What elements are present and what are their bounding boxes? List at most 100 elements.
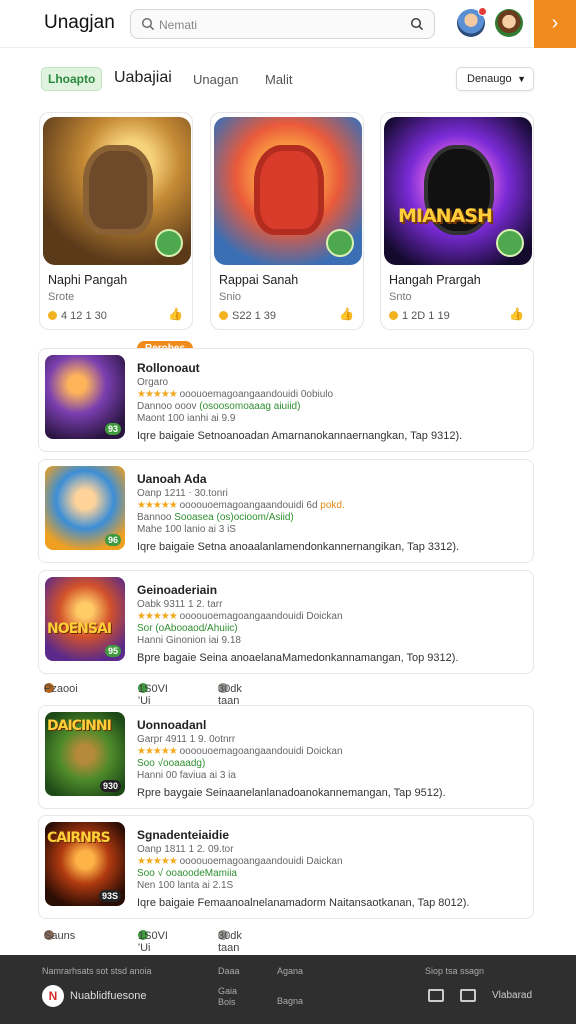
card-meta: 1 2D 1 19 [389,310,450,322]
footer: Namrarhsats sot stsd anoia Daaa Agana Ga… [0,955,576,1024]
star-rating: ★★★★★ [137,856,178,867]
item-rating-line: ★★★★★ ooouoemagoangaandouidi 0obiulo [137,389,334,400]
score-badge: 93 [104,423,121,435]
next-arrow-button[interactable]: › [534,0,576,48]
avatar[interactable] [495,9,523,37]
like-icon[interactable]: 👍 [339,307,354,321]
list-item[interactable]: DAICINNI 930 Uonnoadanl Garpr 4911 1 9. 0… [38,705,534,809]
like-icon[interactable]: 👍 [168,307,183,321]
score-badge: 93S [98,890,121,902]
stats-row: Sauns 1S0VI 'Ui 30dk taan [44,930,242,954]
item-size: Nen 100 lanta ai 2.1S [137,880,234,891]
window-icon[interactable] [460,989,476,1002]
sort-dropdown[interactable]: Denaugo ▼ [456,67,534,91]
score-badge: 930 [99,780,121,792]
item-detail: Dannoo ooov (osoosomoaaag aiuiid) [137,401,301,412]
tab-item[interactable]: Unagan [193,72,239,87]
item-title: Uonnoadanl [137,718,207,732]
item-description: Iqre baigaie Setnoanoadan Amarnanokannae… [137,430,463,442]
dropdown-value: Denaugo [467,73,512,85]
chevron-down-icon: ▼ [517,74,526,84]
item-rating-line: ★★★★★ oooouoemagoangaandouidi Daickan [137,856,343,867]
footer-logo[interactable]: N [42,985,64,1007]
rating-badge [326,229,354,257]
search-input[interactable]: Nemati [159,18,197,32]
game-cover-image [214,117,362,265]
game-thumbnail: NOENSAI 95 [45,577,125,661]
item-size: Hanni 00 faviua ai 3 ia [137,770,236,781]
footer-text: Namrarhsats sot stsd anoia [42,966,152,976]
item-rating-line: ★★★★★ oooouoemagoangaandouidi Doickan [137,611,343,622]
tab-item[interactable]: Uabajiai [114,69,172,87]
avatar[interactable] [457,7,487,37]
card-title: Hangah Prargah [389,273,481,287]
featured-card[interactable]: Rappai Sanah Snio S22 1 39 👍 [210,112,364,330]
list-item[interactable]: 96 Uanoah Ada Oanp 1211 ⋅ 30.tonri ★★★★★… [38,459,534,563]
item-title: Sgnadenteiaidie [137,828,230,842]
footer-text: Siop tsa ssagn [425,966,485,976]
item-detail: Soo √ooaaadg) [137,758,206,769]
item-size: Mahe 100 lanio ai 3 iS [137,524,236,535]
cover-title-art: MIANASH [398,205,493,227]
item-title: Geinoaderiain [137,583,218,597]
star-rating: ★★★★★ [137,389,178,400]
app-logo[interactable]: Unagjan [44,12,115,34]
item-detail: Bannoo Sooasea (os)ocioom/Asiid) [137,512,294,523]
list-item[interactable]: 93 Rollonoaut Orgaro ★★★★★ ooouoemagoang… [38,348,534,452]
star-rating: ★★★★★ [137,611,178,622]
footer-link[interactable]: Bois [218,997,236,1007]
tab-active[interactable]: Lhoapto [41,67,103,91]
item-size: Hanni Ginonion iai 9.18 [137,635,241,646]
card-subtitle: Srote [48,291,75,303]
top-header: Unagjan Nemati › [0,0,576,48]
game-thumbnail: CAIRNRS 93S [45,822,125,906]
card-title: Rappai Sanah [219,273,299,287]
game-thumbnail: DAICINNI 930 [45,712,125,796]
footer-link[interactable]: Gaia [218,986,237,996]
coin-icon [389,311,398,320]
notification-dot [478,7,487,16]
item-meta: Oabk 9311 1 2. tarr [137,599,223,610]
item-rating-line: ★★★★★ oooouoemagoangaandouidi Doickan [137,746,343,757]
cover-title-art: CAIRNRS [47,830,111,846]
item-rating-line: ★★★★★ oooouoemagoangaandouidi 6d pokd. [137,500,345,511]
like-icon[interactable]: 👍 [509,307,524,321]
search-bar[interactable]: Nemati [130,9,435,39]
item-detail: Soo √ ooaoodeMamiia [137,868,237,879]
item-description: Iqre baigaie Femaanoalnelanamadorm Naita… [137,897,470,909]
stats-row: Pzaooi 1S0VI 'Ui 30dk taan [44,683,242,707]
coin-icon [219,311,228,320]
item-detail: Sor (oAbooaod/Ahuiic) [137,623,238,634]
cover-title-art: DAICINNI [47,718,112,734]
footer-link[interactable]: Bagna [277,996,303,1006]
rating-badge [496,229,524,257]
game-cover-image: MIANASH [384,117,532,265]
list-item[interactable]: NOENSAI 95 Geinoaderiain Oabk 9311 1 2. t… [38,570,534,674]
screen-icon[interactable] [428,989,444,1002]
card-meta: S22 1 39 [219,310,276,322]
featured-card[interactable]: Naphi Pangah Srote 4 12 1 30 👍 [39,112,193,330]
game-cover-image [43,117,191,265]
tab-item[interactable]: Malit [265,72,292,87]
featured-card[interactable]: MIANASH Hangah Prargah Snto 1 2D 1 19 👍 [380,112,534,330]
item-meta: Oanp 1211 ⋅ 30.tonri [137,488,228,499]
card-subtitle: Snio [219,291,242,303]
cover-title-art: NOENSAI [47,621,112,637]
game-thumbnail: 93 [45,355,125,439]
footer-link[interactable]: Agana [277,966,303,976]
footer-label[interactable]: Vlabarad [492,990,532,1001]
game-thumbnail: 96 [45,466,125,550]
list-item[interactable]: CAIRNRS 93S Sgnadenteiaidie Oanp 1811 1 2… [38,815,534,919]
item-meta: Garpr 4911 1 9. 0otnrr [137,734,236,745]
card-meta: 4 12 1 30 [48,310,107,322]
star-rating: ★★★★★ [137,500,178,511]
footer-link[interactable]: Daaa [218,966,240,976]
item-description: Bpre bagaie Seina anoaelanaMamedonkannam… [137,652,459,664]
item-description: Iqre baigaie Setna anoaalanlamendonkanne… [137,541,460,553]
coin-icon [48,311,57,320]
star-rating: ★★★★★ [137,746,178,757]
footer-brand: Nuablidfuesone [70,990,147,1002]
item-title: Rollonoaut [137,361,200,375]
search-submit-icon[interactable] [410,17,424,31]
search-icon [141,17,155,31]
